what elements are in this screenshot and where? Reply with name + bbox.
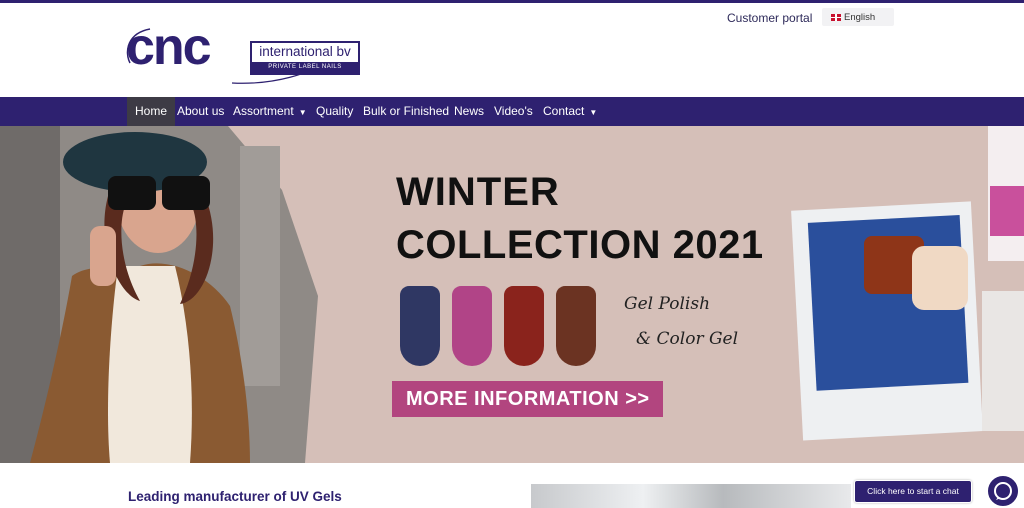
uk-flag-icon	[831, 13, 841, 21]
nail-swatch-navy	[400, 286, 440, 366]
more-information-button[interactable]: MORE INFORMATION >>	[392, 381, 663, 417]
language-label: English	[844, 11, 876, 23]
nav-item-contact[interactable]: Contact ▼	[543, 97, 597, 126]
nav-label: Video's	[494, 104, 533, 118]
nav-item-home[interactable]: Home	[127, 97, 176, 126]
logo-brand: cnc	[126, 18, 212, 76]
chevron-down-icon: ▼	[298, 108, 307, 117]
chat-bubble-icon	[994, 482, 1012, 500]
nail-swatch-brown	[556, 286, 596, 366]
site-header: Customer portal English cnc internationa…	[0, 3, 1024, 97]
main-navigation: Home About us Assortment ▼ Quality Bulk o…	[0, 97, 1024, 126]
site-logo[interactable]: cnc international bv PRIVATE LABEL NAILS	[126, 21, 362, 84]
nav-label: Assortment	[233, 104, 294, 118]
hero-script-line1: Gel Polish	[624, 294, 711, 314]
logo-tagline: international bv	[252, 43, 358, 62]
chat-launcher-button[interactable]	[986, 474, 1020, 508]
hero-title-line1: WINTER	[396, 170, 560, 214]
intro-image	[531, 484, 851, 508]
nav-label: Contact	[543, 104, 585, 118]
start-chat-button[interactable]: Click here to start a chat	[854, 480, 972, 503]
customer-portal-link[interactable]: Customer portal	[727, 11, 812, 25]
chevron-down-icon: ▼	[589, 108, 598, 117]
nav-item-news[interactable]: News	[454, 97, 484, 126]
nav-label: About us	[177, 104, 225, 118]
hero-title-line2: COLLECTION 2021	[396, 223, 764, 267]
nav-label: Quality	[316, 104, 354, 118]
nav-label: Bulk or Finished	[363, 104, 450, 118]
nail-swatch-magenta	[452, 286, 492, 366]
nav-item-about-us[interactable]: About us	[177, 97, 224, 126]
nav-label: Home	[135, 104, 168, 118]
nav-item-bulk-or-finished[interactable]: Bulk or Finished	[363, 97, 449, 126]
language-selector[interactable]: English	[822, 8, 894, 26]
logo-subline: PRIVATE LABEL NAILS	[252, 62, 358, 73]
nav-item-videos[interactable]: Video's	[494, 97, 533, 126]
hero-script-line2: & Color Gel	[636, 329, 739, 349]
intro-heading: Leading manufacturer of UV Gels	[128, 489, 342, 504]
hero-banner[interactable]: WINTER COLLECTION 2021 Gel Polish & Colo…	[0, 126, 1024, 463]
nav-item-assortment[interactable]: Assortment ▼	[233, 97, 307, 126]
nav-label: News	[454, 104, 485, 118]
nav-item-quality[interactable]: Quality	[316, 97, 353, 126]
nail-swatch-red	[504, 286, 544, 366]
logo-badge: international bv PRIVATE LABEL NAILS	[250, 41, 360, 75]
